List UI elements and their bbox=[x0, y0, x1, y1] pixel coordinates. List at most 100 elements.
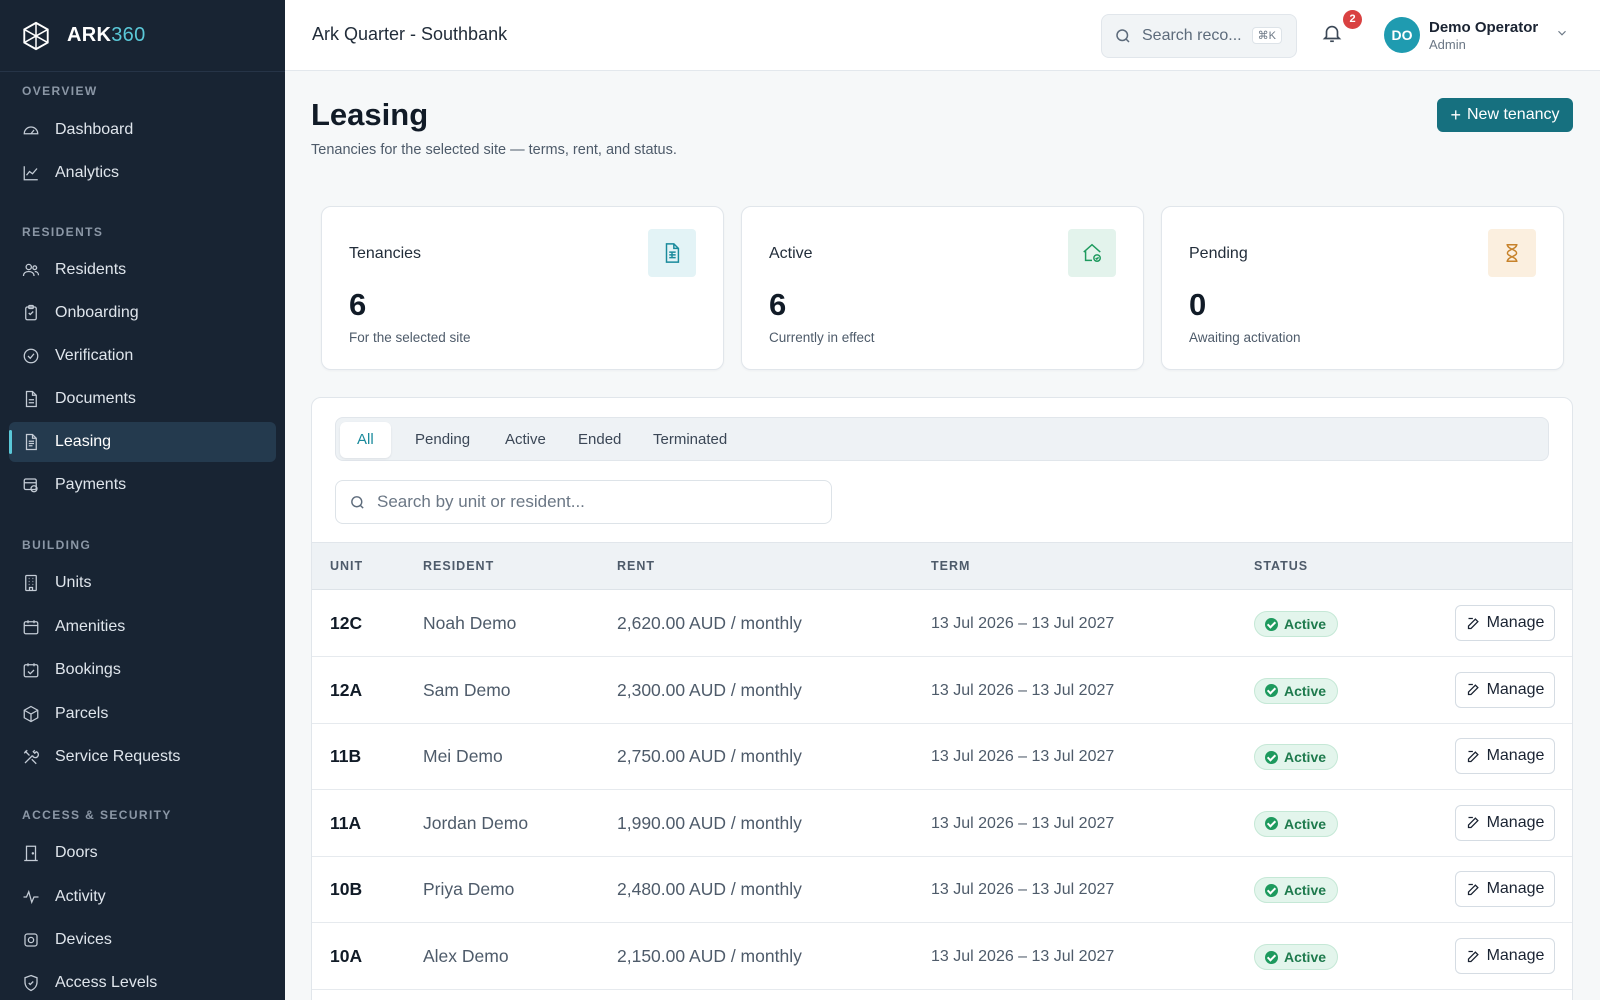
sidebar: ARK360 OVERVIEW Dashboard Analytics RESI… bbox=[0, 0, 285, 1000]
column-header-status[interactable]: STATUS bbox=[1254, 559, 1308, 573]
cell-unit: 11B bbox=[330, 746, 362, 767]
sidebar-item-devices[interactable]: Devices bbox=[9, 920, 276, 960]
stat-card-value: 6 bbox=[349, 287, 367, 322]
tab-terminated[interactable]: Terminated bbox=[636, 422, 744, 458]
calendar-check-icon bbox=[23, 663, 39, 678]
cell-rent: 2,300.00 AUD / monthly bbox=[617, 679, 802, 700]
cell-resident: Alex Demo bbox=[423, 946, 509, 966]
sidebar-item-access-levels[interactable]: Access Levels bbox=[9, 963, 276, 1000]
cell-resident: Mei Demo bbox=[423, 746, 503, 767]
cell-term: 13 Jul 2026 – 13 Jul 2027 bbox=[931, 748, 1115, 766]
manage-button[interactable]: Manage bbox=[1455, 671, 1555, 708]
sidebar-item-label: Activity bbox=[55, 888, 106, 905]
table-row[interactable]: 10B Priya Demo 2,480.00 AUD / monthly 13 Ju… bbox=[312, 856, 1572, 924]
sidebar-item-leasing[interactable]: Leasing bbox=[9, 422, 276, 462]
dashboard-icon bbox=[23, 126, 39, 135]
tab-ended[interactable]: Ended bbox=[561, 422, 638, 458]
tab-active[interactable]: Active bbox=[488, 422, 563, 458]
status-badge: Active bbox=[1254, 877, 1339, 904]
page-subtitle: Tenancies for the selected site — terms,… bbox=[311, 142, 677, 158]
cell-unit: 12C bbox=[330, 613, 363, 633]
tab-all[interactable]: All bbox=[340, 422, 391, 458]
sidebar-item-analytics[interactable]: Analytics bbox=[9, 153, 276, 193]
check-circle-icon bbox=[1265, 684, 1278, 698]
check-circle-icon bbox=[1265, 817, 1278, 831]
manage-button[interactable]: Manage bbox=[1455, 605, 1555, 641]
sidebar-item-amenities[interactable]: Amenities bbox=[9, 607, 276, 647]
manage-label: Manage bbox=[1486, 747, 1545, 765]
sidebar-item-dashboard[interactable]: Dashboard bbox=[9, 110, 276, 150]
column-header-rent[interactable]: RENT bbox=[617, 559, 655, 573]
table-search-input[interactable] bbox=[377, 492, 817, 512]
sidebar-item-doors[interactable]: Doors bbox=[9, 833, 276, 873]
manage-label: Manage bbox=[1486, 614, 1545, 631]
sidebar-item-label: Access Levels bbox=[55, 974, 158, 991]
edit-icon bbox=[1467, 883, 1479, 896]
stat-card-subtitle: Awaiting activation bbox=[1189, 330, 1301, 345]
sidebar-item-activity[interactable]: Activity bbox=[9, 877, 276, 917]
global-search-placeholder: Search reco... bbox=[1142, 27, 1242, 44]
sidebar-item-onboarding[interactable]: Onboarding bbox=[9, 293, 276, 333]
column-header-resident[interactable]: RESIDENT bbox=[423, 559, 494, 573]
column-header-term[interactable]: TERM bbox=[931, 559, 970, 573]
notifications-button[interactable] bbox=[1321, 22, 1345, 46]
sidebar-item-units[interactable]: Units bbox=[9, 563, 276, 603]
manage-button[interactable]: Manage bbox=[1455, 938, 1555, 974]
site-title[interactable]: Ark Quarter - Southbank bbox=[312, 24, 507, 45]
sidebar-item-service-requests[interactable]: Service Requests bbox=[9, 737, 276, 777]
column-header-unit[interactable]: UNIT bbox=[330, 559, 363, 573]
manage-button[interactable]: Manage bbox=[1455, 871, 1555, 908]
global-search[interactable]: Search reco... ⌘K bbox=[1101, 14, 1297, 58]
edit-icon bbox=[1467, 817, 1479, 829]
status-label: Active bbox=[1284, 682, 1327, 699]
table-row[interactable]: 11B Mei Demo 2,750.00 AUD / monthly 13 Jul … bbox=[312, 723, 1572, 791]
manage-button[interactable]: Manage bbox=[1455, 738, 1555, 775]
sidebar-item-label: Units bbox=[55, 574, 92, 591]
new-tenancy-label: New tenancy bbox=[1467, 106, 1560, 123]
cell-resident: Priya Demo bbox=[423, 879, 515, 900]
new-tenancy-button[interactable]: + New tenancy bbox=[1437, 98, 1573, 132]
tools-icon bbox=[23, 749, 39, 765]
edit-icon bbox=[1467, 617, 1479, 629]
search-icon bbox=[1116, 29, 1130, 43]
sidebar-item-payments[interactable]: Payments bbox=[9, 465, 276, 505]
cell-rent: 2,620.00 AUD / monthly bbox=[617, 613, 802, 633]
nav-section-access-security: ACCESS & SECURITY bbox=[22, 808, 172, 822]
sidebar-item-verification[interactable]: Verification bbox=[9, 336, 276, 376]
status-badge: Active bbox=[1254, 677, 1339, 704]
table-row[interactable]: 12C Noah Demo 2,620.00 AUD / monthly 13 Jul… bbox=[312, 590, 1572, 657]
table-row[interactable]: 11A Jordan Demo 1,990.00 AUD / monthly 13 J… bbox=[312, 790, 1572, 857]
table-row[interactable]: 12A Sam Demo 2,300.00 AUD / monthly 13 Jul … bbox=[312, 657, 1572, 724]
cell-rent: 1,990.00 AUD / monthly bbox=[617, 812, 802, 833]
building-icon bbox=[25, 574, 37, 592]
analytics-icon bbox=[23, 166, 38, 181]
nav-section-residents: RESIDENTS bbox=[22, 225, 104, 239]
table-row[interactable]: 10A Alex Demo 2,150.00 AUD / monthly 13 Jul… bbox=[312, 923, 1572, 990]
status-tabs: All Pending Active Ended Terminated bbox=[335, 417, 1549, 461]
sidebar-item-label: Devices bbox=[55, 931, 112, 948]
sidebar-item-parcels[interactable]: Parcels bbox=[9, 694, 276, 734]
check-circle-icon bbox=[1265, 950, 1278, 964]
sidebar-item-residents[interactable]: Residents bbox=[9, 250, 276, 290]
shield-icon bbox=[24, 974, 38, 992]
cell-unit: 10A bbox=[330, 946, 363, 966]
status-badge: Active bbox=[1254, 744, 1339, 771]
status-label: Active bbox=[1284, 882, 1327, 899]
logo-icon bbox=[23, 21, 49, 50]
avatar[interactable]: DO bbox=[1384, 17, 1420, 53]
sidebar-item-label: Amenities bbox=[55, 618, 126, 635]
sidebar-item-bookings[interactable]: Bookings bbox=[9, 650, 276, 690]
user-menu-toggle[interactable] bbox=[1555, 26, 1569, 40]
sidebar-item-documents[interactable]: Documents bbox=[9, 379, 276, 419]
user-name[interactable]: Demo Operator bbox=[1429, 19, 1538, 36]
search-icon bbox=[351, 495, 364, 509]
device-icon bbox=[24, 933, 38, 947]
status-label: Active bbox=[1284, 749, 1327, 766]
table-search[interactable] bbox=[335, 480, 832, 524]
stat-card-title: Active bbox=[769, 245, 813, 262]
cell-resident: Noah Demo bbox=[423, 613, 517, 633]
tab-pending[interactable]: Pending bbox=[398, 422, 487, 458]
check-circle-icon bbox=[1265, 750, 1278, 764]
manage-button[interactable]: Manage bbox=[1455, 804, 1555, 841]
brand[interactable]: ARK360 bbox=[0, 0, 285, 72]
